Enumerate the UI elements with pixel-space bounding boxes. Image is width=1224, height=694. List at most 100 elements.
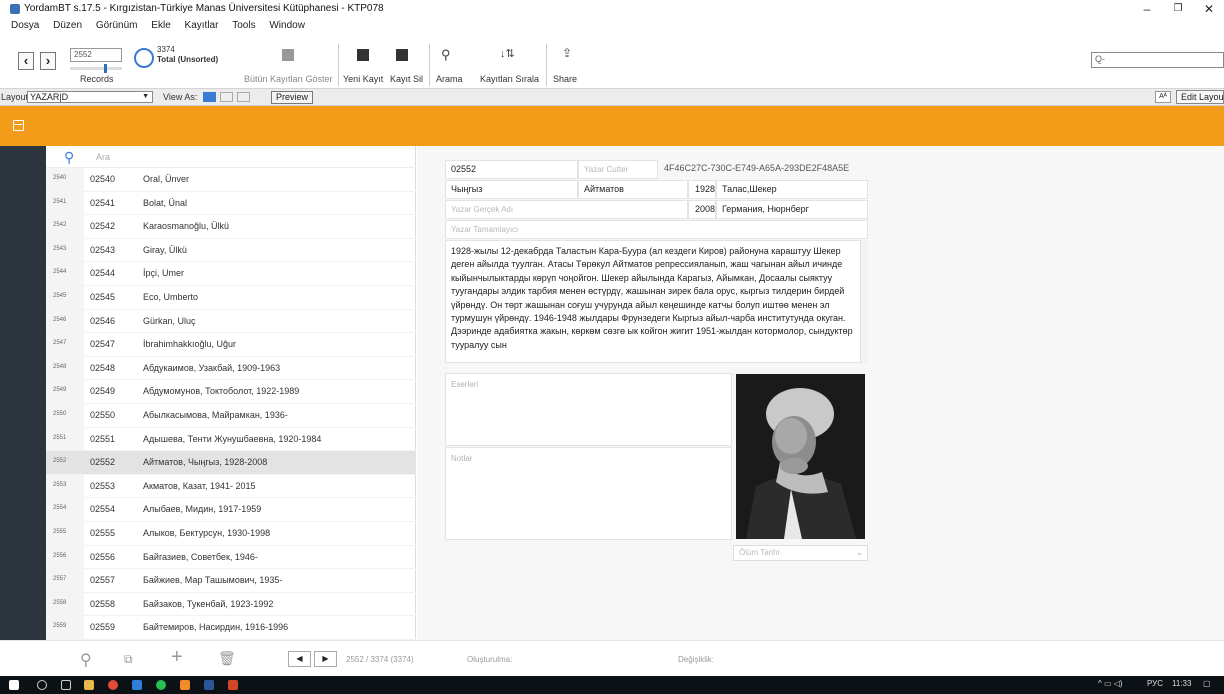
row-name: Абылкасымова, Майрамкан, 1936- xyxy=(143,410,288,420)
row-id: 02554 xyxy=(90,504,116,515)
firefox-icon[interactable] xyxy=(180,680,190,690)
next-record-button[interactable]: › xyxy=(40,52,56,70)
notification-icon[interactable]: ▢ xyxy=(1203,679,1211,688)
panel-icon[interactable] xyxy=(13,120,24,131)
row-number: 2542 xyxy=(53,222,67,229)
list-item[interactable]: 2555 02555 Алыков, Бектурсун, 1930-1998 xyxy=(46,522,416,546)
delete-record-button[interactable]: Kayıt Sil xyxy=(390,74,423,84)
list-item[interactable]: 2549 02549 Абдумомунов, Токтоболот, 1922-1… xyxy=(46,380,416,404)
minimize-button[interactable]: – xyxy=(1132,0,1162,18)
last-name-field[interactable]: Айтматов xyxy=(578,180,688,199)
table-view-button[interactable] xyxy=(237,92,250,102)
biography-scrollbar[interactable] xyxy=(860,240,868,363)
menu-window[interactable]: Window xyxy=(269,18,305,34)
row-number: 2545 xyxy=(53,293,67,299)
row-id: 02556 xyxy=(90,551,116,562)
works-field[interactable]: Eserleri xyxy=(445,373,732,446)
list-item[interactable]: 2545 02545 Eco, Umberto xyxy=(46,286,416,310)
layout-select[interactable]: YAZAR|D ▼ xyxy=(27,91,153,103)
menu-duzen[interactable]: Düzen xyxy=(53,18,82,34)
new-record-button[interactable]: Yeni Kayıt xyxy=(343,74,383,84)
start-icon[interactable] xyxy=(9,680,19,690)
menu-gorunum[interactable]: Görünüm xyxy=(96,18,138,34)
row-name: Байгазиев, Советбек, 1946- xyxy=(143,551,258,562)
tray-icons[interactable]: ^ ▭ ◁) xyxy=(1098,679,1123,688)
task-view-icon[interactable] xyxy=(61,680,71,690)
search-icon[interactable]: ⚲ xyxy=(80,650,92,670)
chrome-icon[interactable] xyxy=(108,680,118,690)
list-item[interactable]: 2556 02556 Байгазиев, Советбек, 1946- xyxy=(46,546,416,570)
death-year-field[interactable]: 2008 xyxy=(688,200,716,219)
close-button[interactable]: ✕ xyxy=(1194,0,1224,18)
list-item[interactable]: 2558 02558 Байзаков, Тукенбай, 1923-1992 xyxy=(46,593,416,617)
row-name: Giray, Ülkü xyxy=(143,244,187,255)
notes-field[interactable]: Notlar xyxy=(445,447,732,540)
share-button[interactable]: Share xyxy=(553,74,577,84)
list-view-button[interactable] xyxy=(220,92,233,102)
list-item[interactable]: 2543 02543 Giray, Ülkü xyxy=(46,239,416,263)
list-item[interactable]: 2557 02557 Байжиев, Мар Ташымович, 1935- xyxy=(46,569,416,593)
row-id: 02540 xyxy=(90,174,116,184)
yordambt-icon[interactable] xyxy=(132,680,142,690)
toolbar-separator xyxy=(546,44,547,86)
birth-year-field[interactable]: 1928 xyxy=(688,180,716,199)
list-item[interactable]: 2559 02559 Байтемиров, Насирдин, 1916-1996 xyxy=(46,616,416,640)
word-icon[interactable] xyxy=(204,680,214,690)
menu-dosya[interactable]: Dosya xyxy=(11,18,39,34)
list-item[interactable]: 2552 02552 Айтматов, Чыңгыз, 1928-2008 xyxy=(46,451,416,475)
list-item[interactable]: 2550 02550 Абылкасымова, Майрамкан, 1936- xyxy=(46,404,416,428)
list-item[interactable]: 2548 02548 Абдукаимов, Узакбай, 1909-1963 xyxy=(46,357,416,381)
title-bar: YordamBT s.17.5 - Kırgızistan-Türkiye Ma… xyxy=(0,0,1224,18)
birth-place-field[interactable]: Талас,Шекер xyxy=(716,180,868,199)
row-name: Байзаков, Тукенбай, 1923-1992 xyxy=(143,598,274,609)
biography-text[interactable]: 1928-жылы 12-декабрда Таластын Кара-Буур… xyxy=(445,240,868,363)
preview-button[interactable]: Preview xyxy=(271,91,313,104)
real-name-field[interactable]: Yazar Gerçek Adı xyxy=(445,200,688,219)
show-all-button[interactable]: Bütün Kayıtları Göster xyxy=(244,74,333,84)
sort-button[interactable]: Kayıtları Sırala xyxy=(480,74,539,84)
trash-icon[interactable]: 🗑 xyxy=(218,650,236,667)
search-icon[interactable] xyxy=(37,680,47,690)
list-search-bar[interactable]: ⚲ Ara xyxy=(46,146,416,168)
whatsapp-icon[interactable] xyxy=(156,680,166,690)
list-item[interactable]: 2551 02551 Адышева, Тенти Жунушбаевна, 192… xyxy=(46,428,416,452)
list-item[interactable]: 2544 02544 İpçi, Umer xyxy=(46,262,416,286)
list-item[interactable]: 2542 02542 Karaosmanoğlu, Ülkü xyxy=(46,215,416,239)
menu-ekle[interactable]: Ekle xyxy=(151,18,170,34)
author-id-field[interactable]: 02552 xyxy=(445,160,578,179)
text-format-button[interactable]: Aᴬ xyxy=(1155,91,1171,103)
list-item[interactable]: 2541 02541 Bolat, Ünal xyxy=(46,192,416,216)
row-id: 02547 xyxy=(90,339,116,350)
menu-kayitlar[interactable]: Kayıtlar xyxy=(185,18,219,34)
list-item[interactable]: 2554 02554 Алыбаев, Мидин, 1917-1959 xyxy=(46,498,416,522)
author-cutter-field[interactable]: Yazar Cutter xyxy=(578,160,658,179)
form-view-button[interactable] xyxy=(203,92,216,102)
death-date-dropdown[interactable]: Ölüm Tarihi ⌄ xyxy=(733,545,868,561)
menu-tools[interactable]: Tools xyxy=(232,18,255,34)
file-explorer-icon[interactable] xyxy=(84,680,94,690)
powerpoint-icon[interactable] xyxy=(228,680,238,690)
previous-record-button[interactable]: ‹ xyxy=(18,52,34,70)
add-icon[interactable]: + xyxy=(171,646,183,669)
search-button[interactable]: Arama xyxy=(436,74,463,84)
author-complement-field[interactable]: Yazar Tamamlayıcı xyxy=(445,220,868,239)
row-id: 02543 xyxy=(90,244,116,255)
list-item[interactable]: 2546 02546 Gürkan, Uluç xyxy=(46,310,416,334)
row-name: Айтматов, Чыңгыз, 1928-2008 xyxy=(143,457,268,468)
death-place-field[interactable]: Германия, Нюрнберг xyxy=(716,200,868,219)
first-name-field[interactable]: Чыңгыз xyxy=(445,180,578,199)
list-item[interactable]: 2553 02553 Акматов, Казат, 1941- 2015 xyxy=(46,475,416,499)
copy-icon[interactable]: ⧉ xyxy=(124,652,133,667)
keyboard-language[interactable]: РУС xyxy=(1147,679,1163,688)
record-slider[interactable] xyxy=(70,64,122,73)
list-item[interactable]: 2547 02547 İbrahimhakkıoğlu, Uğur xyxy=(46,333,416,357)
quick-find-input[interactable]: Q- xyxy=(1091,52,1224,68)
page-previous-button[interactable]: ◀ xyxy=(288,651,311,667)
edit-layout-button[interactable]: Edit Layout xyxy=(1176,90,1224,104)
record-number-input[interactable]: 2552 xyxy=(70,48,122,62)
clock[interactable]: 11:33 xyxy=(1172,679,1191,688)
restore-button[interactable]: ❐ xyxy=(1163,0,1193,18)
page-next-button[interactable]: ▶ xyxy=(314,651,337,667)
row-number: 2546 xyxy=(53,316,67,323)
list-item[interactable]: 2540 02540 Oral, Ünver xyxy=(46,168,416,192)
